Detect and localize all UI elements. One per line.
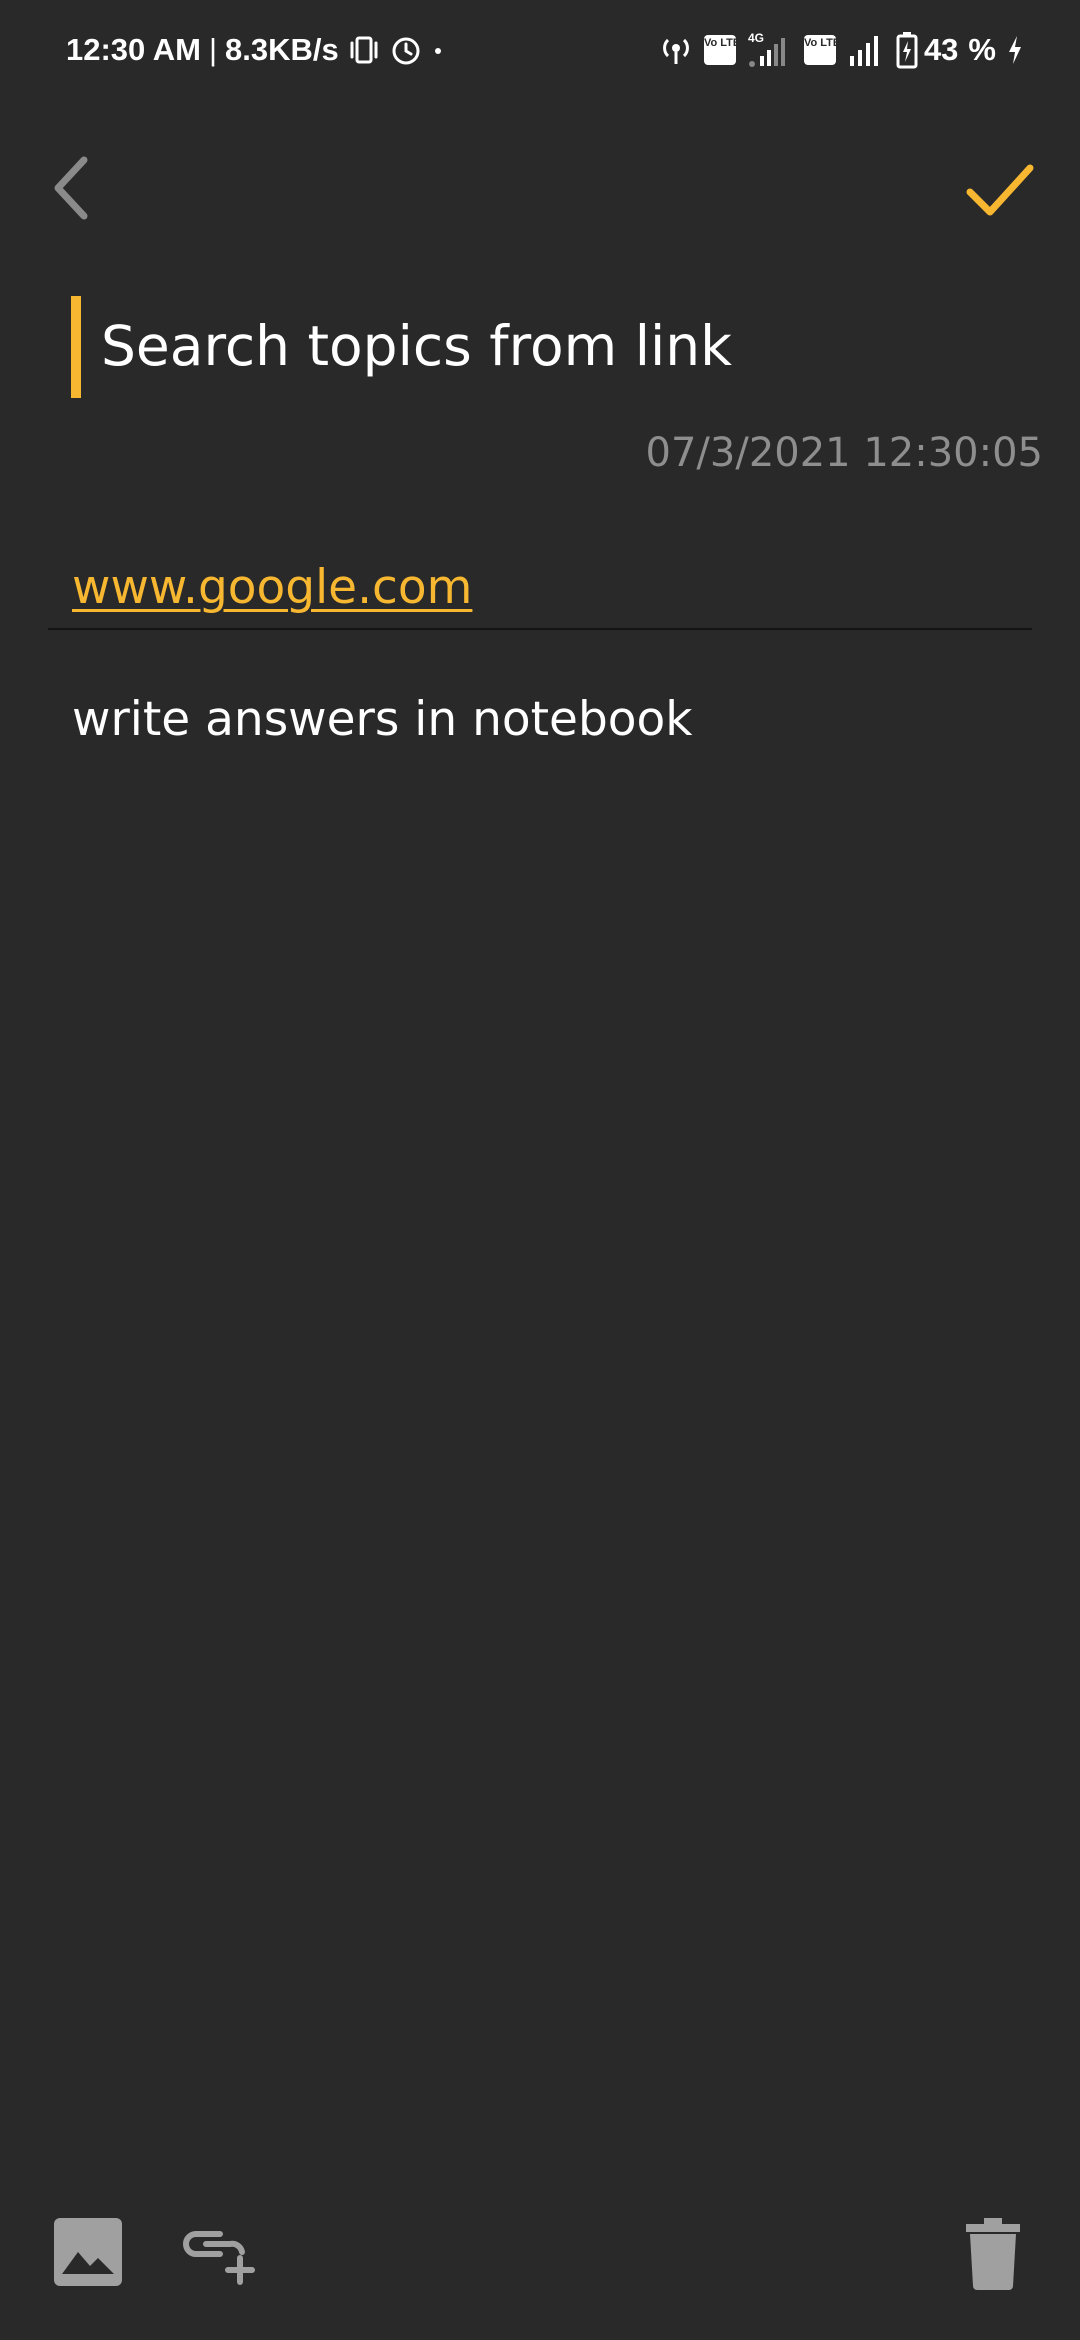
back-button[interactable] <box>40 148 104 228</box>
chevron-left-icon <box>54 156 88 220</box>
signal-icon <box>849 36 878 66</box>
note-body-field[interactable]: write answers in notebook <box>72 690 1032 750</box>
network-speed: 8.3KB/s <box>225 32 339 67</box>
status-bar-right: Vo LTE 4G Vo LTE 43 % <box>648 28 1024 72</box>
status-bar: 12:30 AM | 8.3KB/s Vo LTE 4G Vo LTE 43 % <box>0 0 1080 100</box>
note-link[interactable]: www.google.com <box>72 560 472 615</box>
status-bar-left: 12:30 AM | 8.3KB/s <box>66 28 445 72</box>
add-image-button[interactable] <box>52 2216 124 2288</box>
title-accent-bar <box>71 296 81 398</box>
image-icon <box>54 2218 122 2286</box>
check-icon <box>966 164 1034 216</box>
link-divider <box>48 628 1032 630</box>
signal-4g-icon: 4G <box>748 31 785 67</box>
delete-button[interactable] <box>960 2216 1026 2290</box>
note-datetime: 07/3/2021 12:30:05 <box>645 430 1043 476</box>
volte-icon: Vo LTE <box>703 35 740 65</box>
status-time: 12:30 AM <box>66 32 201 67</box>
volte-icon: Vo LTE <box>803 35 840 65</box>
network-type-label: 4G <box>748 31 764 45</box>
note-title-field[interactable]: Search topics from link <box>101 312 1021 380</box>
alarm-icon <box>392 37 420 65</box>
trash-icon <box>966 2218 1020 2290</box>
charging-bolt-icon <box>1009 36 1021 64</box>
save-button[interactable] <box>960 150 1040 230</box>
add-link-icon <box>183 2231 255 2285</box>
bottom-toolbar <box>0 2200 1080 2300</box>
hotspot-icon <box>663 38 689 64</box>
status-separator: | <box>208 32 218 67</box>
notification-dot-icon <box>434 48 441 54</box>
battery-percent: 43 <box>923 32 959 67</box>
add-link-button[interactable] <box>180 2222 260 2286</box>
note-title-section: Search topics from link <box>71 296 1031 398</box>
battery-percent-sign: % <box>968 32 996 67</box>
vibrate-icon <box>350 36 378 64</box>
battery-charging-icon <box>896 32 918 69</box>
